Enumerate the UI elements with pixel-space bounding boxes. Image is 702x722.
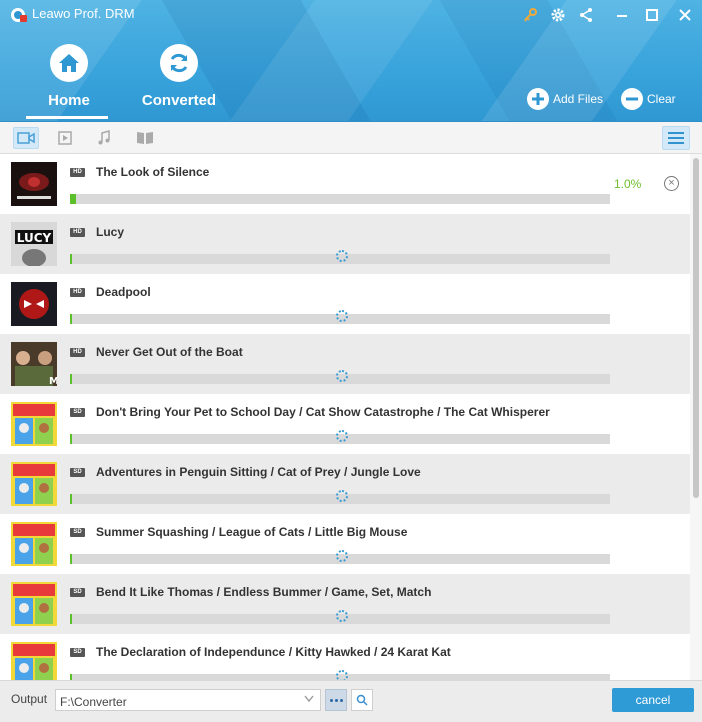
quality-badge: SD (70, 408, 85, 417)
app-logo-icon (11, 8, 27, 22)
loading-spinner-icon (336, 310, 348, 322)
share-icon[interactable] (576, 5, 596, 25)
browse-button[interactable] (325, 689, 347, 711)
key-icon[interactable] (520, 5, 540, 25)
quality-badge: HD (70, 288, 85, 297)
loading-spinner-icon (336, 550, 348, 562)
movie-title: The Look of Silence (96, 165, 210, 179)
loading-spinner-icon (336, 250, 348, 262)
quality-badge: SD (70, 528, 85, 537)
quality-badge: SD (70, 648, 85, 657)
movie-title: The Declaration of Independunce / Kitty … (96, 645, 451, 659)
movie-title: Lucy (96, 225, 125, 239)
progress-bar (70, 194, 610, 204)
loading-spinner-icon (336, 490, 348, 502)
gear-icon[interactable] (548, 5, 568, 25)
list-item[interactable]: SD Summer Squashing / League of Cats / Li… (0, 514, 690, 574)
list-item[interactable]: SD The Declaration of Independunce / Kitt… (0, 634, 690, 680)
list-item[interactable]: LUCY HD Lucy (0, 214, 690, 274)
movie-icon[interactable] (52, 127, 78, 149)
active-tab-indicator (26, 116, 108, 119)
loading-spinner-icon (336, 670, 348, 680)
clear-button[interactable]: Clear (621, 88, 676, 110)
movie-thumbnail (11, 402, 57, 446)
progress-fill (70, 494, 72, 504)
svg-text:M: M (49, 376, 57, 386)
chevron-down-icon[interactable] (304, 695, 314, 703)
list-item[interactable]: HD The Look of Silence 1.0% × (0, 154, 690, 214)
movie-title: Deadpool (96, 285, 151, 299)
progress-fill (70, 554, 72, 564)
list-item[interactable]: SD Don't Bring Your Pet to School Day / C… (0, 394, 690, 454)
progress-fill (70, 614, 72, 624)
search-icon[interactable] (351, 689, 373, 711)
home-icon (50, 44, 88, 82)
movie-thumbnail (11, 582, 57, 626)
cancel-button[interactable]: cancel (612, 688, 694, 712)
progress-fill (70, 314, 72, 324)
movie-thumbnail (11, 522, 57, 566)
scrollbar[interactable] (690, 154, 702, 680)
loading-spinner-icon (336, 610, 348, 622)
list-item[interactable]: HD Deadpool (0, 274, 690, 334)
list-item[interactable]: SD Bend It Like Thomas / Endless Bummer /… (0, 574, 690, 634)
video-icon[interactable] (13, 127, 39, 149)
movie-title: Adventures in Penguin Sitting / Cat of P… (96, 465, 421, 479)
quality-badge: SD (70, 588, 85, 597)
svg-text:LUCY: LUCY (17, 231, 52, 245)
minimize-icon[interactable] (612, 5, 632, 25)
progress-fill (70, 434, 72, 444)
tab-converted[interactable]: Converted (129, 44, 229, 120)
scrollbar-thumb[interactable] (693, 158, 699, 498)
list-item[interactable]: SD Adventures in Penguin Sitting / Cat of… (0, 454, 690, 514)
quality-badge: HD (70, 228, 85, 237)
tab-home[interactable]: Home (19, 44, 119, 120)
plus-icon (527, 88, 549, 110)
movie-title: Summer Squashing / League of Cats / Litt… (96, 525, 408, 539)
add-files-button[interactable]: Add Files (527, 88, 603, 110)
movie-thumbnail (11, 162, 57, 206)
quality-badge: HD (70, 168, 85, 177)
menu-button[interactable] (662, 126, 690, 150)
filter-bar (0, 122, 702, 154)
movie-thumbnail (11, 642, 57, 680)
maximize-icon[interactable] (642, 5, 662, 25)
title-bar: Leawo Prof. DRM (0, 0, 702, 30)
movie-thumbnail: LUCY (11, 222, 57, 266)
minus-icon (621, 88, 643, 110)
loading-spinner-icon (336, 370, 348, 382)
clear-label: Clear (647, 92, 676, 106)
refresh-icon (160, 44, 198, 82)
movie-thumbnail: M (11, 342, 57, 386)
movie-title: Don't Bring Your Pet to School Day / Cat… (96, 405, 550, 419)
app-title: Leawo Prof. DRM (32, 6, 135, 21)
footer-bar: Output cancel (0, 680, 702, 722)
remove-item-icon[interactable]: × (664, 176, 679, 191)
close-icon[interactable] (675, 5, 695, 25)
app-header: Leawo Prof. DRM Home Converted Add Files… (0, 0, 702, 122)
list-item[interactable]: M HD Never Get Out of the Boat (0, 334, 690, 394)
movie-thumbnail (11, 462, 57, 506)
tab-home-label: Home (48, 92, 90, 109)
add-files-label: Add Files (553, 92, 604, 106)
output-label: Output (11, 692, 48, 706)
quality-badge: HD (70, 348, 85, 357)
movie-thumbnail (11, 282, 57, 326)
output-path-field[interactable] (55, 689, 321, 711)
quality-badge: SD (70, 468, 85, 477)
book-icon[interactable] (132, 127, 158, 149)
tab-converted-label: Converted (141, 92, 217, 109)
progress-percent: 1.0% (614, 177, 642, 191)
movie-title: Never Get Out of the Boat (96, 345, 243, 359)
conversion-list: HD The Look of Silence 1.0% × LUCY HD Lucy HD De… (0, 154, 690, 680)
music-icon[interactable] (91, 127, 117, 149)
loading-spinner-icon (336, 430, 348, 442)
movie-title: Bend It Like Thomas / Endless Bummer / G… (96, 585, 432, 599)
progress-fill (70, 254, 72, 264)
progress-fill (70, 194, 76, 204)
progress-fill (70, 374, 72, 384)
